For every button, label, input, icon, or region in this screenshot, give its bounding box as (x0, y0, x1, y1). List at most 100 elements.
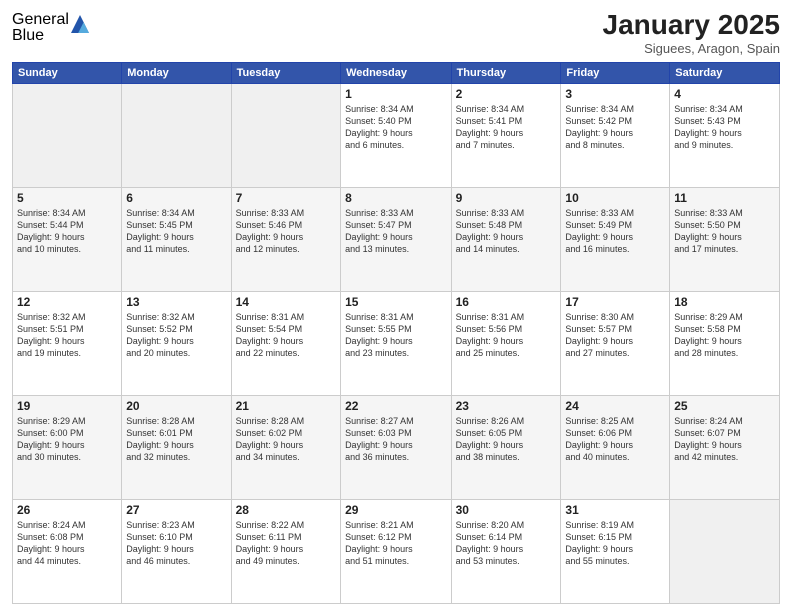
day-info: Sunrise: 8:30 AM Sunset: 5:57 PM Dayligh… (565, 311, 665, 360)
day-info: Sunrise: 8:31 AM Sunset: 5:55 PM Dayligh… (345, 311, 447, 360)
day-cell: 19 Sunrise: 8:29 AM Sunset: 6:00 PM Dayli… (13, 395, 122, 499)
day-cell: 18Sunrise: 8:29 AM Sunset: 5:58 PM Dayli… (670, 291, 780, 395)
day-number: 22 (345, 399, 447, 413)
day-number: 31 (565, 503, 665, 517)
day-info: Sunrise: 8:21 AM Sunset: 6:12 PM Dayligh… (345, 519, 447, 568)
day-number: 30 (456, 503, 557, 517)
day-number: 11 (674, 191, 775, 205)
day-info: Sunrise: 8:32 AM Sunset: 5:51 PM Dayligh… (17, 311, 117, 360)
day-cell: 15 Sunrise: 8:31 AM Sunset: 5:55 PM Dayli… (341, 291, 452, 395)
weekday-header-tuesday: Tuesday (231, 62, 340, 83)
day-info: Sunrise: 8:34 AM Sunset: 5:44 PM Dayligh… (17, 207, 117, 256)
day-number: 23 (456, 399, 557, 413)
logo: General Blue (12, 12, 89, 44)
day-info: Sunrise: 8:25 AM Sunset: 6:06 PM Dayligh… (565, 415, 665, 464)
day-info: Sunrise: 8:22 AM Sunset: 6:11 PM Dayligh… (236, 519, 336, 568)
day-info: Sunrise: 8:32 AM Sunset: 5:52 PM Dayligh… (126, 311, 226, 360)
day-info: Sunrise: 8:23 AM Sunset: 6:10 PM Dayligh… (126, 519, 226, 568)
day-number: 6 (126, 191, 226, 205)
day-number: 19 (17, 399, 117, 413)
day-info: Sunrise: 8:33 AM Sunset: 5:50 PM Dayligh… (674, 207, 775, 256)
day-cell: 2 Sunrise: 8:34 AM Sunset: 5:41 PM Daylig… (451, 83, 561, 187)
day-info: Sunrise: 8:26 AM Sunset: 6:05 PM Dayligh… (456, 415, 557, 464)
title-block: January 2025 Siguees, Aragon, Spain (603, 10, 780, 56)
day-info: Sunrise: 8:19 AM Sunset: 6:15 PM Dayligh… (565, 519, 665, 568)
day-number: 27 (126, 503, 226, 517)
day-number: 13 (126, 295, 226, 309)
day-number: 12 (17, 295, 117, 309)
day-number: 15 (345, 295, 447, 309)
day-info: Sunrise: 8:34 AM Sunset: 5:42 PM Dayligh… (565, 103, 665, 152)
weekday-header-monday: Monday (122, 62, 231, 83)
day-cell: 30 Sunrise: 8:20 AM Sunset: 6:14 PM Dayli… (451, 499, 561, 603)
day-cell: 8Sunrise: 8:33 AM Sunset: 5:47 PM Daylig… (341, 187, 452, 291)
day-info: Sunrise: 8:28 AM Sunset: 6:01 PM Dayligh… (126, 415, 226, 464)
day-info: Sunrise: 8:34 AM Sunset: 5:41 PM Dayligh… (456, 103, 557, 152)
week-row-3: 19 Sunrise: 8:29 AM Sunset: 6:00 PM Dayli… (13, 395, 780, 499)
weekday-header-thursday: Thursday (451, 62, 561, 83)
day-number: 14 (236, 295, 336, 309)
day-info: Sunrise: 8:20 AM Sunset: 6:14 PM Dayligh… (456, 519, 557, 568)
calendar-subtitle: Siguees, Aragon, Spain (603, 41, 780, 56)
day-info: Sunrise: 8:24 AM Sunset: 6:07 PM Dayligh… (674, 415, 775, 464)
day-number: 8 (345, 191, 447, 205)
day-number: 3 (565, 87, 665, 101)
week-row-2: 12 Sunrise: 8:32 AM Sunset: 5:51 PM Dayli… (13, 291, 780, 395)
logo-icon (71, 15, 89, 33)
logo-general: General (12, 12, 69, 28)
day-cell: 21Sunrise: 8:28 AM Sunset: 6:02 PM Dayli… (231, 395, 340, 499)
day-number: 10 (565, 191, 665, 205)
day-cell: 31 Sunrise: 8:19 AM Sunset: 6:15 PM Dayli… (561, 499, 670, 603)
day-number: 26 (17, 503, 117, 517)
day-info: Sunrise: 8:24 AM Sunset: 6:08 PM Dayligh… (17, 519, 117, 568)
day-cell: 4 Sunrise: 8:34 AM Sunset: 5:43 PM Daylig… (670, 83, 780, 187)
day-number: 29 (345, 503, 447, 517)
day-cell: 20 Sunrise: 8:28 AM Sunset: 6:01 PM Dayli… (122, 395, 231, 499)
day-number: 20 (126, 399, 226, 413)
day-cell: 24 Sunrise: 8:25 AM Sunset: 6:06 PM Dayli… (561, 395, 670, 499)
day-number: 24 (565, 399, 665, 413)
weekday-header-row: SundayMondayTuesdayWednesdayThursdayFrid… (13, 62, 780, 83)
day-cell: 25 Sunrise: 8:24 AM Sunset: 6:07 PM Dayli… (670, 395, 780, 499)
day-cell: 5 Sunrise: 8:34 AM Sunset: 5:44 PM Daylig… (13, 187, 122, 291)
calendar-title: January 2025 (603, 10, 780, 41)
day-info: Sunrise: 8:34 AM Sunset: 5:43 PM Dayligh… (674, 103, 775, 152)
day-number: 25 (674, 399, 775, 413)
day-cell: 29 Sunrise: 8:21 AM Sunset: 6:12 PM Dayli… (341, 499, 452, 603)
day-info: Sunrise: 8:33 AM Sunset: 5:48 PM Dayligh… (456, 207, 557, 256)
day-cell (13, 83, 122, 187)
day-info: Sunrise: 8:29 AM Sunset: 6:00 PM Dayligh… (17, 415, 117, 464)
day-cell: 12 Sunrise: 8:32 AM Sunset: 5:51 PM Dayli… (13, 291, 122, 395)
weekday-header-sunday: Sunday (13, 62, 122, 83)
day-cell: 11 Sunrise: 8:33 AM Sunset: 5:50 PM Dayli… (670, 187, 780, 291)
day-info: Sunrise: 8:28 AM Sunset: 6:02 PM Dayligh… (236, 415, 336, 464)
day-info: Sunrise: 8:33 AM Sunset: 5:49 PM Dayligh… (565, 207, 665, 256)
day-info: Sunrise: 8:34 AM Sunset: 5:45 PM Dayligh… (126, 207, 226, 256)
logo-blue: Blue (12, 28, 69, 44)
day-number: 28 (236, 503, 336, 517)
day-cell: 9Sunrise: 8:33 AM Sunset: 5:48 PM Daylig… (451, 187, 561, 291)
header: General Blue January 2025 Siguees, Arago… (12, 10, 780, 56)
day-number: 2 (456, 87, 557, 101)
day-number: 4 (674, 87, 775, 101)
day-number: 5 (17, 191, 117, 205)
day-cell: 26 Sunrise: 8:24 AM Sunset: 6:08 PM Dayli… (13, 499, 122, 603)
day-cell: 17Sunrise: 8:30 AM Sunset: 5:57 PM Dayli… (561, 291, 670, 395)
calendar-body: 1Sunrise: 8:34 AM Sunset: 5:40 PM Daylig… (13, 83, 780, 603)
day-number: 1 (345, 87, 447, 101)
day-number: 7 (236, 191, 336, 205)
day-cell: 27 Sunrise: 8:23 AM Sunset: 6:10 PM Dayli… (122, 499, 231, 603)
week-row-4: 26 Sunrise: 8:24 AM Sunset: 6:08 PM Dayli… (13, 499, 780, 603)
day-number: 16 (456, 295, 557, 309)
day-info: Sunrise: 8:33 AM Sunset: 5:46 PM Dayligh… (236, 207, 336, 256)
day-cell: 10 Sunrise: 8:33 AM Sunset: 5:49 PM Dayli… (561, 187, 670, 291)
day-info: Sunrise: 8:29 AM Sunset: 5:58 PM Dayligh… (674, 311, 775, 360)
day-info: Sunrise: 8:31 AM Sunset: 5:56 PM Dayligh… (456, 311, 557, 360)
weekday-header-friday: Friday (561, 62, 670, 83)
weekday-header-wednesday: Wednesday (341, 62, 452, 83)
day-cell: 14Sunrise: 8:31 AM Sunset: 5:54 PM Dayli… (231, 291, 340, 395)
day-cell (670, 499, 780, 603)
week-row-1: 5 Sunrise: 8:34 AM Sunset: 5:44 PM Daylig… (13, 187, 780, 291)
day-cell: 23 Sunrise: 8:26 AM Sunset: 6:05 PM Dayli… (451, 395, 561, 499)
day-info: Sunrise: 8:27 AM Sunset: 6:03 PM Dayligh… (345, 415, 447, 464)
